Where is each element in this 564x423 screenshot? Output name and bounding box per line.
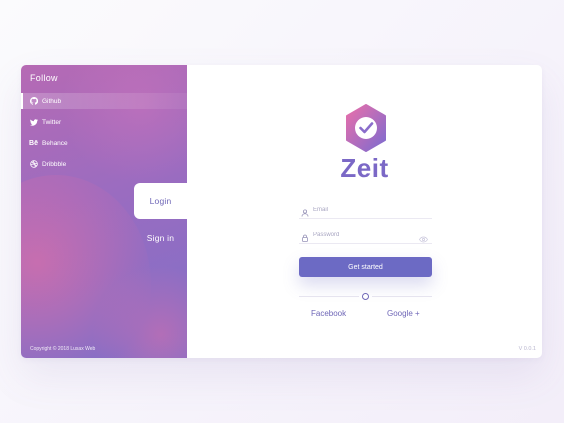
follow-title: Follow (30, 73, 58, 83)
lock-icon (301, 229, 309, 242)
sidebar-item-label: Twitter (42, 118, 62, 126)
sidebar-item-github[interactable]: Github (21, 93, 187, 109)
get-started-button[interactable]: Get started (299, 257, 432, 277)
circle-icon (362, 293, 369, 300)
sidebar-item-dribbble[interactable]: Dribbble (21, 156, 187, 172)
github-icon (29, 97, 38, 106)
email-field (299, 200, 432, 219)
behance-icon: Bē (29, 139, 38, 147)
version-label: V 0.0.1 (518, 346, 536, 352)
password-field (299, 225, 432, 244)
login-card: Follow Github Twitter Bē Behance Dribbbl… (21, 65, 542, 358)
user-icon (301, 204, 309, 217)
twitter-icon (29, 118, 38, 127)
tab-login[interactable]: Login (134, 183, 187, 219)
facebook-login-button[interactable]: Facebook (311, 309, 346, 318)
google-login-button[interactable]: Google + (387, 309, 420, 318)
sidebar-item-label: Behance (42, 139, 68, 147)
tab-sign-in[interactable]: Sign in (134, 220, 187, 256)
sidebar-item-twitter[interactable]: Twitter (21, 114, 187, 130)
copyright-text: Copyright © 2018 Lusax Web (30, 346, 96, 352)
eye-icon[interactable] (419, 230, 428, 243)
hexagon-check-icon (342, 103, 390, 153)
email-input[interactable] (311, 202, 420, 218)
dribbble-icon (29, 160, 38, 169)
brand-name: Zeit (340, 153, 389, 183)
password-input[interactable] (311, 227, 420, 243)
sidebar-item-behance[interactable]: Bē Behance (21, 135, 187, 151)
login-panel: Zeit Get started Facebook Google + V 0.0… (187, 65, 542, 358)
sidebar-item-label: Github (42, 97, 62, 105)
sidebar-item-label: Dribbble (42, 160, 67, 168)
divider (299, 293, 432, 300)
